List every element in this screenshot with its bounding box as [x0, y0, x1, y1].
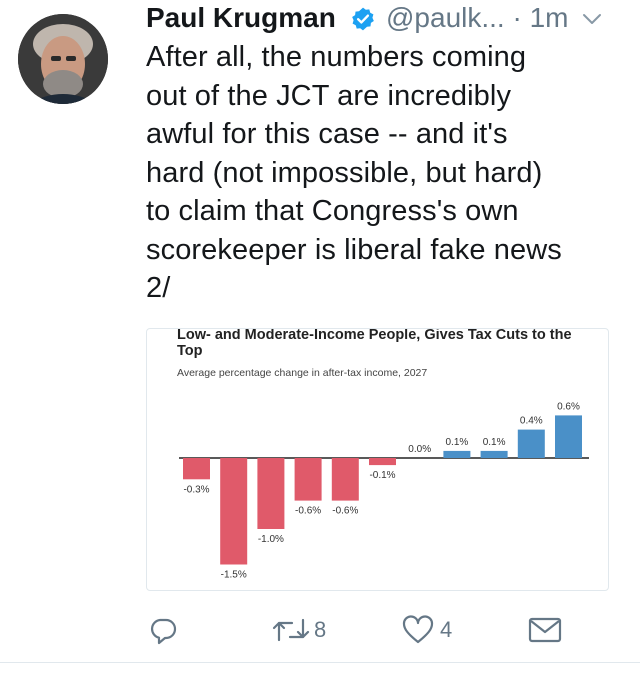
chart-bar: [331, 458, 359, 501]
chart-data-label: 0.1%: [446, 437, 469, 448]
chart-bar: [480, 450, 508, 458]
display-name[interactable]: Paul Krugman: [146, 2, 336, 34]
chart-data-label: 0.1%: [483, 437, 506, 448]
direct-message-icon: [528, 617, 562, 643]
chart-bar: [369, 458, 396, 466]
chart-bar: [517, 429, 545, 458]
chevron-down-icon[interactable]: [582, 12, 602, 26]
profile-photo: [18, 14, 108, 104]
chart-data-label: -0.3%: [183, 484, 209, 495]
chart-bar: [294, 458, 322, 501]
chart-data-label: -0.6%: [332, 506, 358, 517]
chart-data-label: -1.0%: [258, 534, 284, 545]
like-icon: [402, 615, 434, 644]
retweet-button[interactable]: 8: [272, 612, 326, 648]
like-count: 4: [440, 617, 453, 642]
chart-data-label: 0.4%: [520, 416, 543, 427]
avatar[interactable]: [18, 14, 108, 104]
retweet-icon: [272, 618, 310, 642]
tweet-media-chart[interactable]: Low- and Moderate-Income People, Gives T…: [146, 328, 609, 591]
chart-bar: [443, 450, 471, 458]
verified-badge-icon: [352, 7, 374, 31]
chart-data-label: -1.5%: [221, 570, 247, 581]
reply-button[interactable]: [148, 612, 178, 648]
chart-bar: [257, 458, 285, 529]
handle-and-time[interactable]: @paulk... · 1m: [386, 2, 568, 34]
chart-data-label: -0.1%: [369, 470, 395, 481]
tweet-text: After all, the numbers coming out of the…: [146, 41, 562, 304]
reply-icon: [150, 618, 177, 645]
tweet-actions: 8 4: [0, 612, 640, 652]
tweet-header: Paul Krugman @paulk... · 1m: [146, 2, 626, 34]
chart-bar: [183, 458, 210, 480]
direct-message-button[interactable]: [528, 612, 562, 648]
chart-bar: [555, 415, 582, 458]
retweet-count: 8: [314, 617, 327, 642]
chart-bar: [220, 458, 248, 565]
chart-data-label: 0.0%: [408, 444, 431, 455]
chart-data-label: -0.6%: [295, 506, 321, 517]
like-button[interactable]: 4: [402, 612, 452, 648]
chart-data-label: 0.6%: [557, 401, 580, 412]
tweet-divider: [0, 662, 640, 663]
bar-chart: -0.3% -1.5% -1.0% -0.6% -0.6% -0.1% 0.0% 0.1% 0.…: [179, 401, 589, 581]
